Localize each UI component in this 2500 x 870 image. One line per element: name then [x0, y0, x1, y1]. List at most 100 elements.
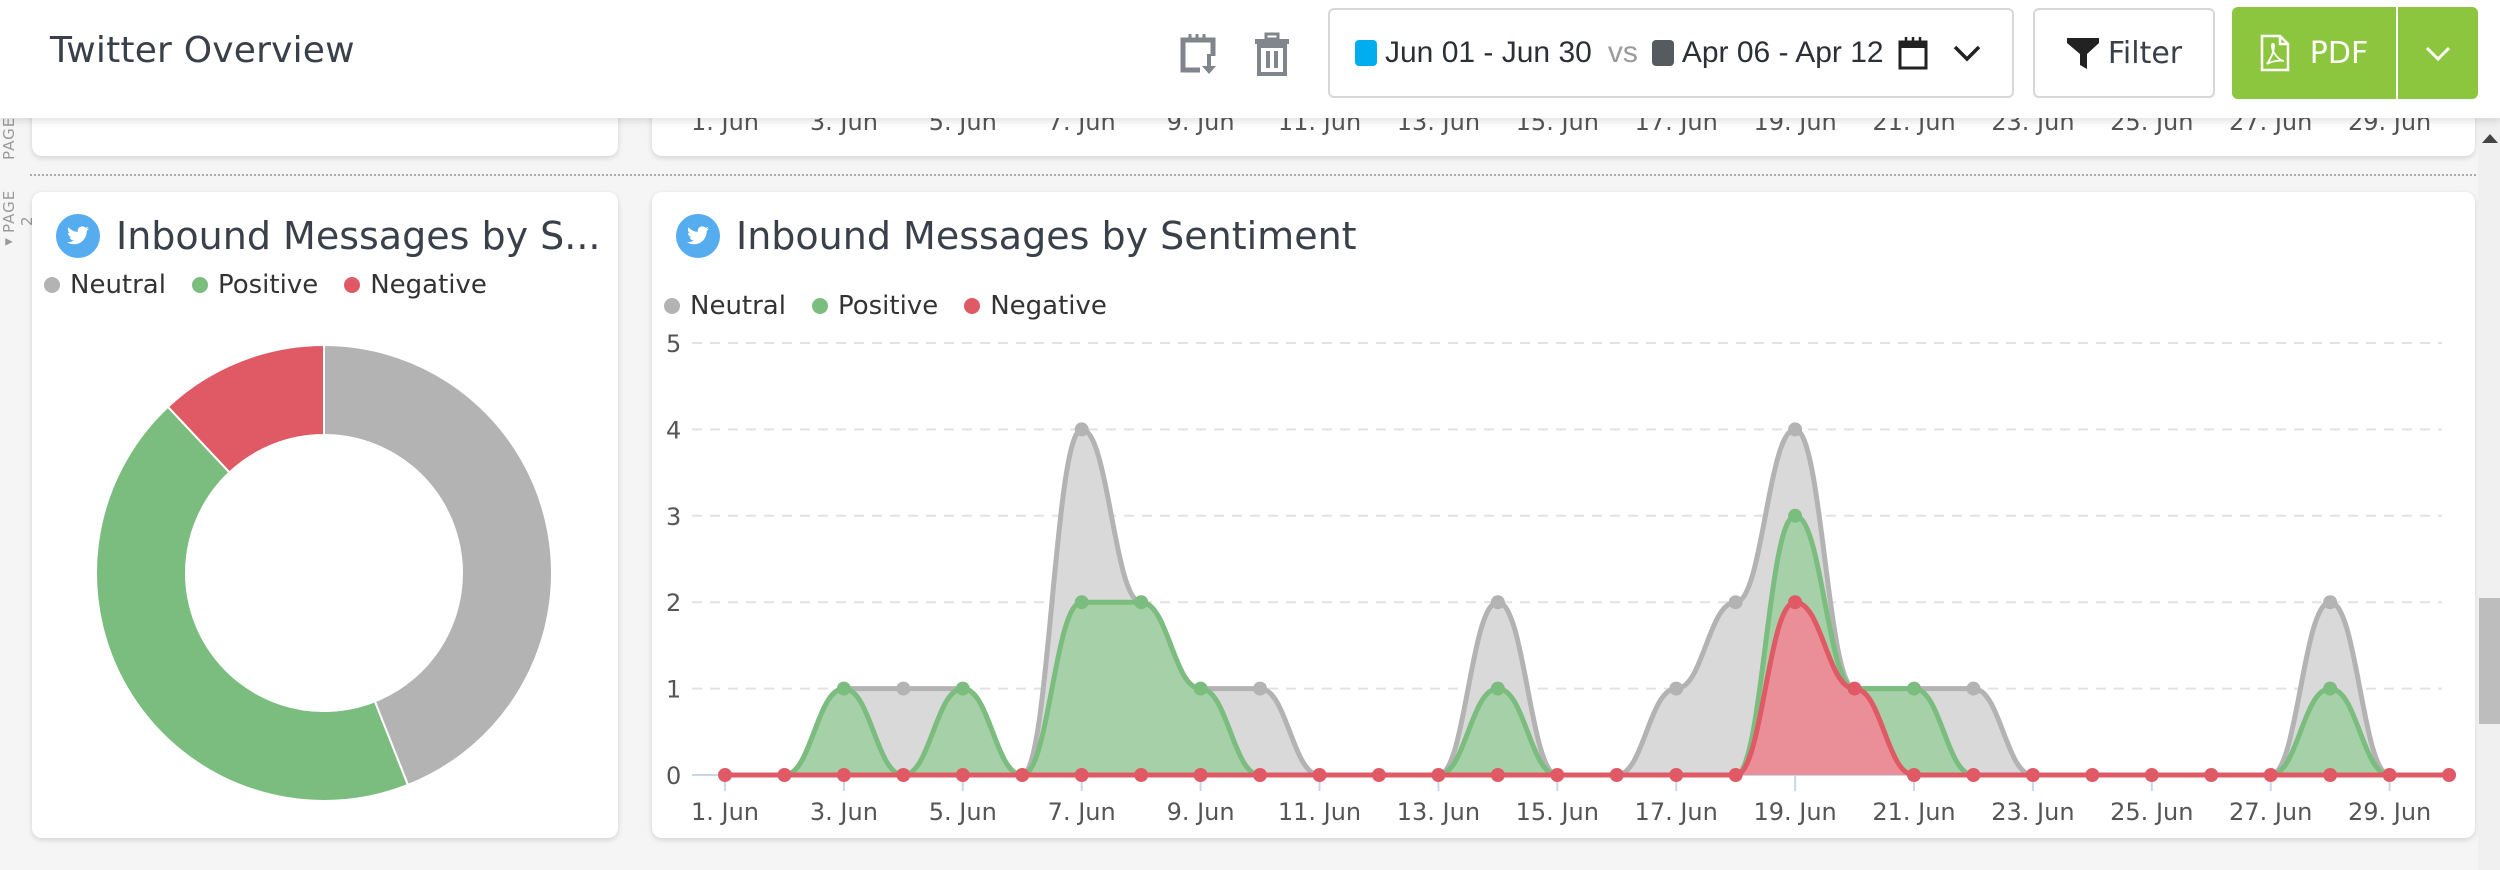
- data-point-positive: [1788, 508, 1803, 523]
- pdf-label: PDF: [2309, 35, 2369, 71]
- page-title: Twitter Overview: [50, 30, 355, 71]
- data-point-negative: [1015, 768, 1030, 782]
- donut-slice-positive: [95, 405, 410, 802]
- primary-date-range: Jun 01 - Jun 30: [1385, 36, 1592, 69]
- filter-icon: [2066, 38, 2099, 69]
- data-point-negative: [955, 768, 970, 782]
- data-point-negative: [2025, 768, 2040, 782]
- primary-range-swatch: [1355, 40, 1377, 66]
- data-point-negative: [2442, 768, 2457, 782]
- data-point-negative: [1490, 768, 1505, 782]
- x-tick-label: 11. Jun: [1278, 798, 1361, 826]
- data-point-negative: [2204, 768, 2219, 782]
- x-tick-label: 5. Jun: [929, 798, 997, 826]
- scrollbar-thumb[interactable]: [2479, 598, 2500, 724]
- chevron-down-icon[interactable]: [1952, 38, 1982, 68]
- x-tick-label: 21. Jun: [1872, 798, 1955, 826]
- compare-range-swatch: [1651, 40, 1674, 66]
- data-point-negative: [1788, 595, 1803, 610]
- data-point-positive: [836, 681, 851, 696]
- x-tick-label: 17. Jun: [1635, 798, 1718, 826]
- x-tick-label: 27. Jun: [2229, 798, 2312, 826]
- calendar-icon: [1898, 37, 1928, 70]
- data-point-negative: [1728, 768, 1743, 782]
- data-point-positive: [955, 681, 970, 696]
- y-tick-label: 2: [666, 589, 681, 617]
- data-point-positive: [1134, 595, 1149, 610]
- data-point-negative: [2263, 768, 2278, 782]
- data-point-negative: [2144, 768, 2159, 782]
- page-1-label: PAGE: [0, 116, 18, 160]
- x-tick-label: 7. Jun: [1048, 798, 1116, 826]
- data-point-neutral: [1966, 681, 1981, 696]
- area-fill-positive: [725, 515, 2450, 775]
- data-point-negative: [1312, 768, 1327, 782]
- data-point-negative: [2323, 768, 2338, 782]
- data-point-neutral: [2323, 595, 2338, 610]
- data-point-positive: [1907, 681, 1921, 696]
- x-tick-label: 25. Jun: [2110, 798, 2193, 826]
- data-point-negative: [1550, 768, 1565, 782]
- y-tick-label: 3: [666, 503, 681, 531]
- vertical-scrollbar[interactable]: [2478, 118, 2500, 870]
- page-2-label[interactable]: ◂PAGE 2: [0, 186, 36, 256]
- trash-icon[interactable]: [1254, 32, 1294, 76]
- scroll-up-arrow-icon[interactable]: [2482, 134, 2498, 143]
- data-point-neutral: [896, 681, 911, 696]
- data-point-neutral: [1490, 595, 1505, 610]
- filter-label: Filter: [2107, 35, 2183, 71]
- data-point-negative: [836, 768, 851, 782]
- data-point-negative: [1966, 768, 1981, 782]
- calendar-download-icon[interactable]: [1180, 32, 1220, 76]
- y-tick-label: 4: [666, 416, 681, 444]
- data-point-negative: [896, 768, 911, 782]
- x-tick-label: 15. Jun: [1516, 798, 1599, 826]
- date-range-picker[interactable]: Jun 01 - Jun 30 vs Apr 06 - Apr 12: [1328, 8, 2014, 98]
- data-point-negative: [2382, 768, 2397, 782]
- data-point-positive: [1074, 595, 1089, 610]
- data-point-negative: [2085, 768, 2100, 782]
- chevron-down-icon: [2425, 46, 2451, 62]
- pdf-export-button[interactable]: PDF: [2232, 7, 2396, 99]
- y-tick-label: 0: [666, 762, 681, 790]
- data-point-negative: [1431, 768, 1446, 782]
- data-point-negative: [1134, 768, 1149, 782]
- x-tick-label: 3. Jun: [810, 798, 878, 826]
- data-point-neutral: [1788, 422, 1803, 437]
- data-point-negative: [1193, 768, 1208, 782]
- x-tick-label: 19. Jun: [1753, 798, 1836, 826]
- data-point-negative: [1669, 768, 1684, 782]
- data-point-positive: [2323, 681, 2338, 696]
- top-bar: Twitter Overview Jun 01 - Jun 30 vs Apr …: [0, 0, 2500, 118]
- x-tick-label: 13. Jun: [1397, 798, 1480, 826]
- x-tick-label: 29. Jun: [2348, 798, 2431, 826]
- data-point-negative: [777, 768, 792, 782]
- data-point-negative: [1074, 768, 1089, 782]
- y-tick-label: 5: [666, 330, 681, 358]
- dashboard: Twitter Overview Jun 01 - Jun 30 vs Apr …: [0, 0, 2500, 870]
- data-point-negative: [1907, 768, 1921, 782]
- donut-chart: [95, 343, 553, 802]
- filter-button[interactable]: Filter: [2033, 8, 2215, 98]
- y-tick-label: 1: [666, 676, 681, 704]
- data-point-positive: [1193, 681, 1208, 696]
- area-chart: 0 1 2 3 4 5 1. Jun 3. Jun 5. Jun 7. Jun 9. Jun 11. …: [666, 330, 2457, 826]
- data-point-positive: [1490, 681, 1505, 696]
- data-point-negative: [1609, 768, 1624, 782]
- compare-date-range: Apr 06 - Apr 12: [1681, 36, 1884, 69]
- data-point-negative: [718, 768, 732, 782]
- vs-label: vs: [1607, 36, 1638, 69]
- data-point-neutral: [1669, 681, 1684, 696]
- x-tick-label: 1. Jun: [691, 798, 759, 826]
- sentiment-area-widget: Inbound Messages by Sentiment Neutral Po…: [652, 192, 2475, 838]
- pdf-file-icon: [2260, 34, 2290, 72]
- data-point-neutral: [1074, 422, 1089, 437]
- data-point-negative: [1847, 681, 1862, 696]
- data-point-negative: [1253, 768, 1268, 782]
- data-point-neutral: [1253, 681, 1268, 696]
- x-tick-label: 23. Jun: [1991, 798, 2074, 826]
- sentiment-donut-widget: Inbound Messages by S... Neutral Positiv…: [32, 192, 618, 838]
- page-separator: [30, 174, 2480, 176]
- x-tick-label: 9. Jun: [1167, 798, 1235, 826]
- pdf-options-dropdown[interactable]: [2398, 7, 2478, 99]
